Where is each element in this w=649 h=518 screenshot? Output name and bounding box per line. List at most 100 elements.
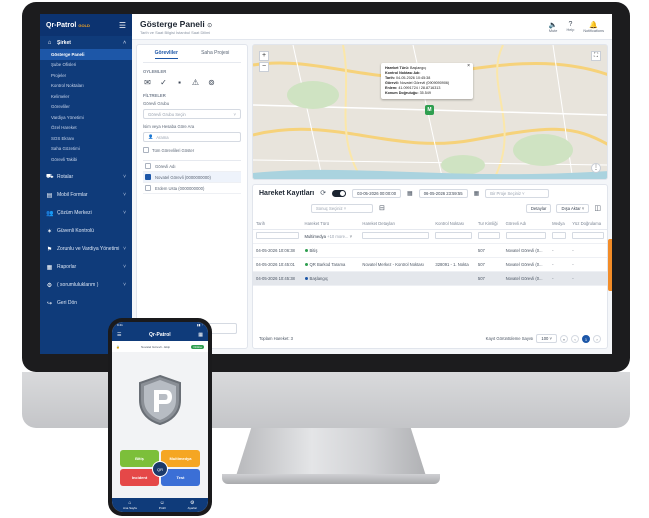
list-item[interactable]: Novatel Görevli (0000000000)	[143, 172, 241, 183]
sidebar-group-reports[interactable]: ▦ Raporlar ˅	[40, 261, 132, 274]
sidebar-group-routes[interactable]: ⛟ Rotalar ˅	[40, 171, 132, 184]
location-pin-icon[interactable]: ⊚	[207, 78, 216, 87]
per-page-select[interactable]: 100 ˅	[536, 334, 557, 343]
mute-button[interactable]: 🔈 Mute	[549, 21, 558, 33]
sidebar-item-projects[interactable]: Projeler	[40, 70, 132, 81]
date-to-input[interactable]: 06-05-2026 23:59:55	[418, 188, 468, 198]
col-face[interactable]: Yüz Doğrulama	[569, 219, 607, 230]
table-row[interactable]: 04-05-2026 10:45:01 QR Barkod Tarama Nov…	[253, 257, 607, 272]
checkbox[interactable]	[145, 163, 151, 169]
next-page-button[interactable]: ›	[593, 334, 601, 343]
table-view-icon[interactable]: ⊟	[379, 204, 385, 212]
table-row[interactable]: 04-05-2026 10:45:38 Başlangıç 507 Novate…	[253, 271, 607, 286]
tab-guards[interactable]: Görevliler	[154, 50, 178, 59]
document-icon[interactable]: ▪	[175, 78, 184, 87]
filter-input[interactable]	[572, 232, 604, 239]
menu-toggle-icon[interactable]: ☰	[119, 21, 126, 30]
col-type[interactable]: Hareket Türü	[301, 219, 360, 230]
zoom-out-button[interactable]: −	[259, 62, 269, 72]
calendar-icon[interactable]: ▦	[407, 190, 413, 197]
calendar-icon[interactable]: ▦	[198, 332, 203, 338]
show-all-checkbox[interactable]: Tüm Görevlileri Göster	[143, 147, 241, 153]
list-item[interactable]: Görevli Adı	[143, 161, 241, 172]
col-date[interactable]: Tarih	[253, 219, 302, 230]
tab-field-project[interactable]: Saha Projesi	[201, 50, 229, 59]
first-page-button[interactable]: «	[560, 334, 568, 343]
sidebar-item-checkpoints[interactable]: Kontrol Noktaları	[40, 81, 132, 92]
records-table: Tarih Hareket Türü Hareket Detayları Kon…	[253, 219, 607, 286]
sidebar-group-settings[interactable]: ⚙( sorumluluklarım ) ˅	[40, 279, 132, 292]
columns-icon[interactable]: ◫	[594, 204, 601, 212]
sidebar-item-branches[interactable]: Şube Ofisleri	[40, 60, 132, 71]
col-media[interactable]: Medya	[549, 219, 570, 230]
filter-input[interactable]	[477, 232, 500, 239]
sidebar-group-forms[interactable]: ▤ Mobil Formlar ˅	[40, 189, 132, 202]
sidebar-item-field[interactable]: Saha Gözetimi	[40, 144, 132, 155]
map-marker-icon[interactable]: M	[425, 105, 434, 115]
export-button[interactable]: Dışa Aktar ˅	[556, 203, 590, 213]
chevron-down-icon: ˅	[123, 282, 126, 288]
notifications-button[interactable]: 🔔 Notifications	[583, 21, 604, 33]
sidebar-group-solution[interactable]: 👥 Çözüm Merkezi ˅	[40, 207, 132, 220]
sidebar-item-shift[interactable]: Vardiya Yönetimi	[40, 112, 132, 123]
sidebar-item-sos[interactable]: SOS Ekranı	[40, 133, 132, 144]
sidebar-item-special-move[interactable]: Özel Hareket	[40, 123, 132, 134]
col-checkpoint[interactable]: Kontrol Noktası	[432, 219, 475, 230]
filter-input[interactable]	[505, 232, 547, 239]
side-drawer-tab[interactable]	[608, 239, 612, 291]
status-select[interactable]: Sonuç Seçiniz ˅	[311, 203, 373, 213]
list-item[interactable]: Erdem Usta (0000000000)	[143, 183, 241, 194]
app-logo[interactable]: Qr-Patrol GOLD	[46, 22, 90, 29]
sidebar-group-guard-control[interactable]: ✶ Güvenli Kontrolü	[40, 225, 132, 238]
more-options-icon[interactable]: ⋮	[591, 163, 601, 173]
sidebar-item-words[interactable]: Kelimeler	[40, 91, 132, 102]
col-details[interactable]: Hareket Detayları	[359, 219, 433, 230]
sidebar-item-tracking[interactable]: Görevli Takibi	[40, 154, 132, 165]
menu-icon[interactable]: ☰	[117, 332, 121, 338]
filter-input[interactable]	[256, 232, 299, 239]
tab-profile[interactable]: ☺ Profil	[159, 500, 166, 510]
qr-scan-button[interactable]: QR	[152, 461, 168, 477]
warning-icon[interactable]: ⚠	[191, 78, 200, 87]
checkbox[interactable]	[145, 174, 151, 180]
filter-input[interactable]	[552, 232, 567, 239]
map[interactable]: + − ⛶ ⋮ Hareket Türü: Başlangıç Kontrol …	[252, 44, 608, 180]
tab-settings[interactable]: ⚙ Ayarlar	[188, 500, 197, 510]
search-input[interactable]: 👤 Arama	[143, 132, 241, 142]
close-icon[interactable]: ×	[467, 64, 470, 69]
check-icon[interactable]: ✓	[159, 78, 168, 87]
live-toggle[interactable]	[332, 189, 347, 197]
sidebar-group-company[interactable]: ⌂ Şirket ˄	[40, 36, 132, 49]
project-select[interactable]: Bir Proje Seçiniz ˅	[485, 188, 550, 198]
table-row[interactable]: 04-05-2026 10:06:38 Bitiş 507 Novatel Gö…	[253, 243, 607, 258]
col-guard[interactable]: Görevli Adı	[502, 219, 550, 230]
col-tour[interactable]: Tur Kimliği	[474, 219, 503, 230]
sidebar-item-guards[interactable]: Görevliler	[40, 102, 132, 113]
filter-input[interactable]	[435, 232, 472, 239]
date-from-input[interactable]: 03-05-2026 00:00:00	[352, 188, 402, 198]
tab-home[interactable]: ⌂ Ana Sayfa	[123, 500, 137, 510]
sidebar-back[interactable]: ↪ Geri Dön	[40, 297, 132, 310]
help-icon: ?	[568, 20, 573, 28]
sidebar-item-dashboard[interactable]: Gösterge Paneli	[40, 49, 132, 60]
checkbox[interactable]	[145, 185, 151, 191]
prev-page-button[interactable]: ‹	[571, 334, 579, 343]
calendar-icon[interactable]: ▦	[474, 190, 480, 197]
clock-icon[interactable]: ⊙	[207, 23, 212, 29]
refresh-icon[interactable]: ⟳	[320, 189, 326, 197]
mail-icon[interactable]: ✉	[143, 78, 152, 87]
fullscreen-icon[interactable]: ⛶	[591, 51, 601, 61]
checkbox[interactable]	[143, 147, 149, 153]
type-filter[interactable]: Multimedya +10 more... ˅	[301, 229, 360, 244]
details-button[interactable]: Detaylar	[525, 203, 552, 213]
chevron-down-icon: ˅	[123, 192, 126, 198]
filter-input[interactable]	[362, 232, 430, 239]
sidebar-group-shift[interactable]: ⚑ Zorunlu ve Vardiya Yönetimi ˅	[40, 243, 132, 256]
imac-monitor: Qr-Patrol GOLD ☰ ⌂ Şirket ˄ Gösterge Panel…	[22, 2, 630, 372]
lock-icon: 🔒	[116, 344, 120, 349]
help-button[interactable]: ? Help	[567, 21, 575, 33]
zoom-in-button[interactable]: +	[259, 51, 269, 61]
group-select[interactable]: Görevli Grubu Seçin ˅	[143, 109, 241, 119]
page-button[interactable]: 1	[582, 334, 590, 343]
guard-list: Görevli Adı Novatel Görevli (0000000000)…	[143, 160, 241, 194]
